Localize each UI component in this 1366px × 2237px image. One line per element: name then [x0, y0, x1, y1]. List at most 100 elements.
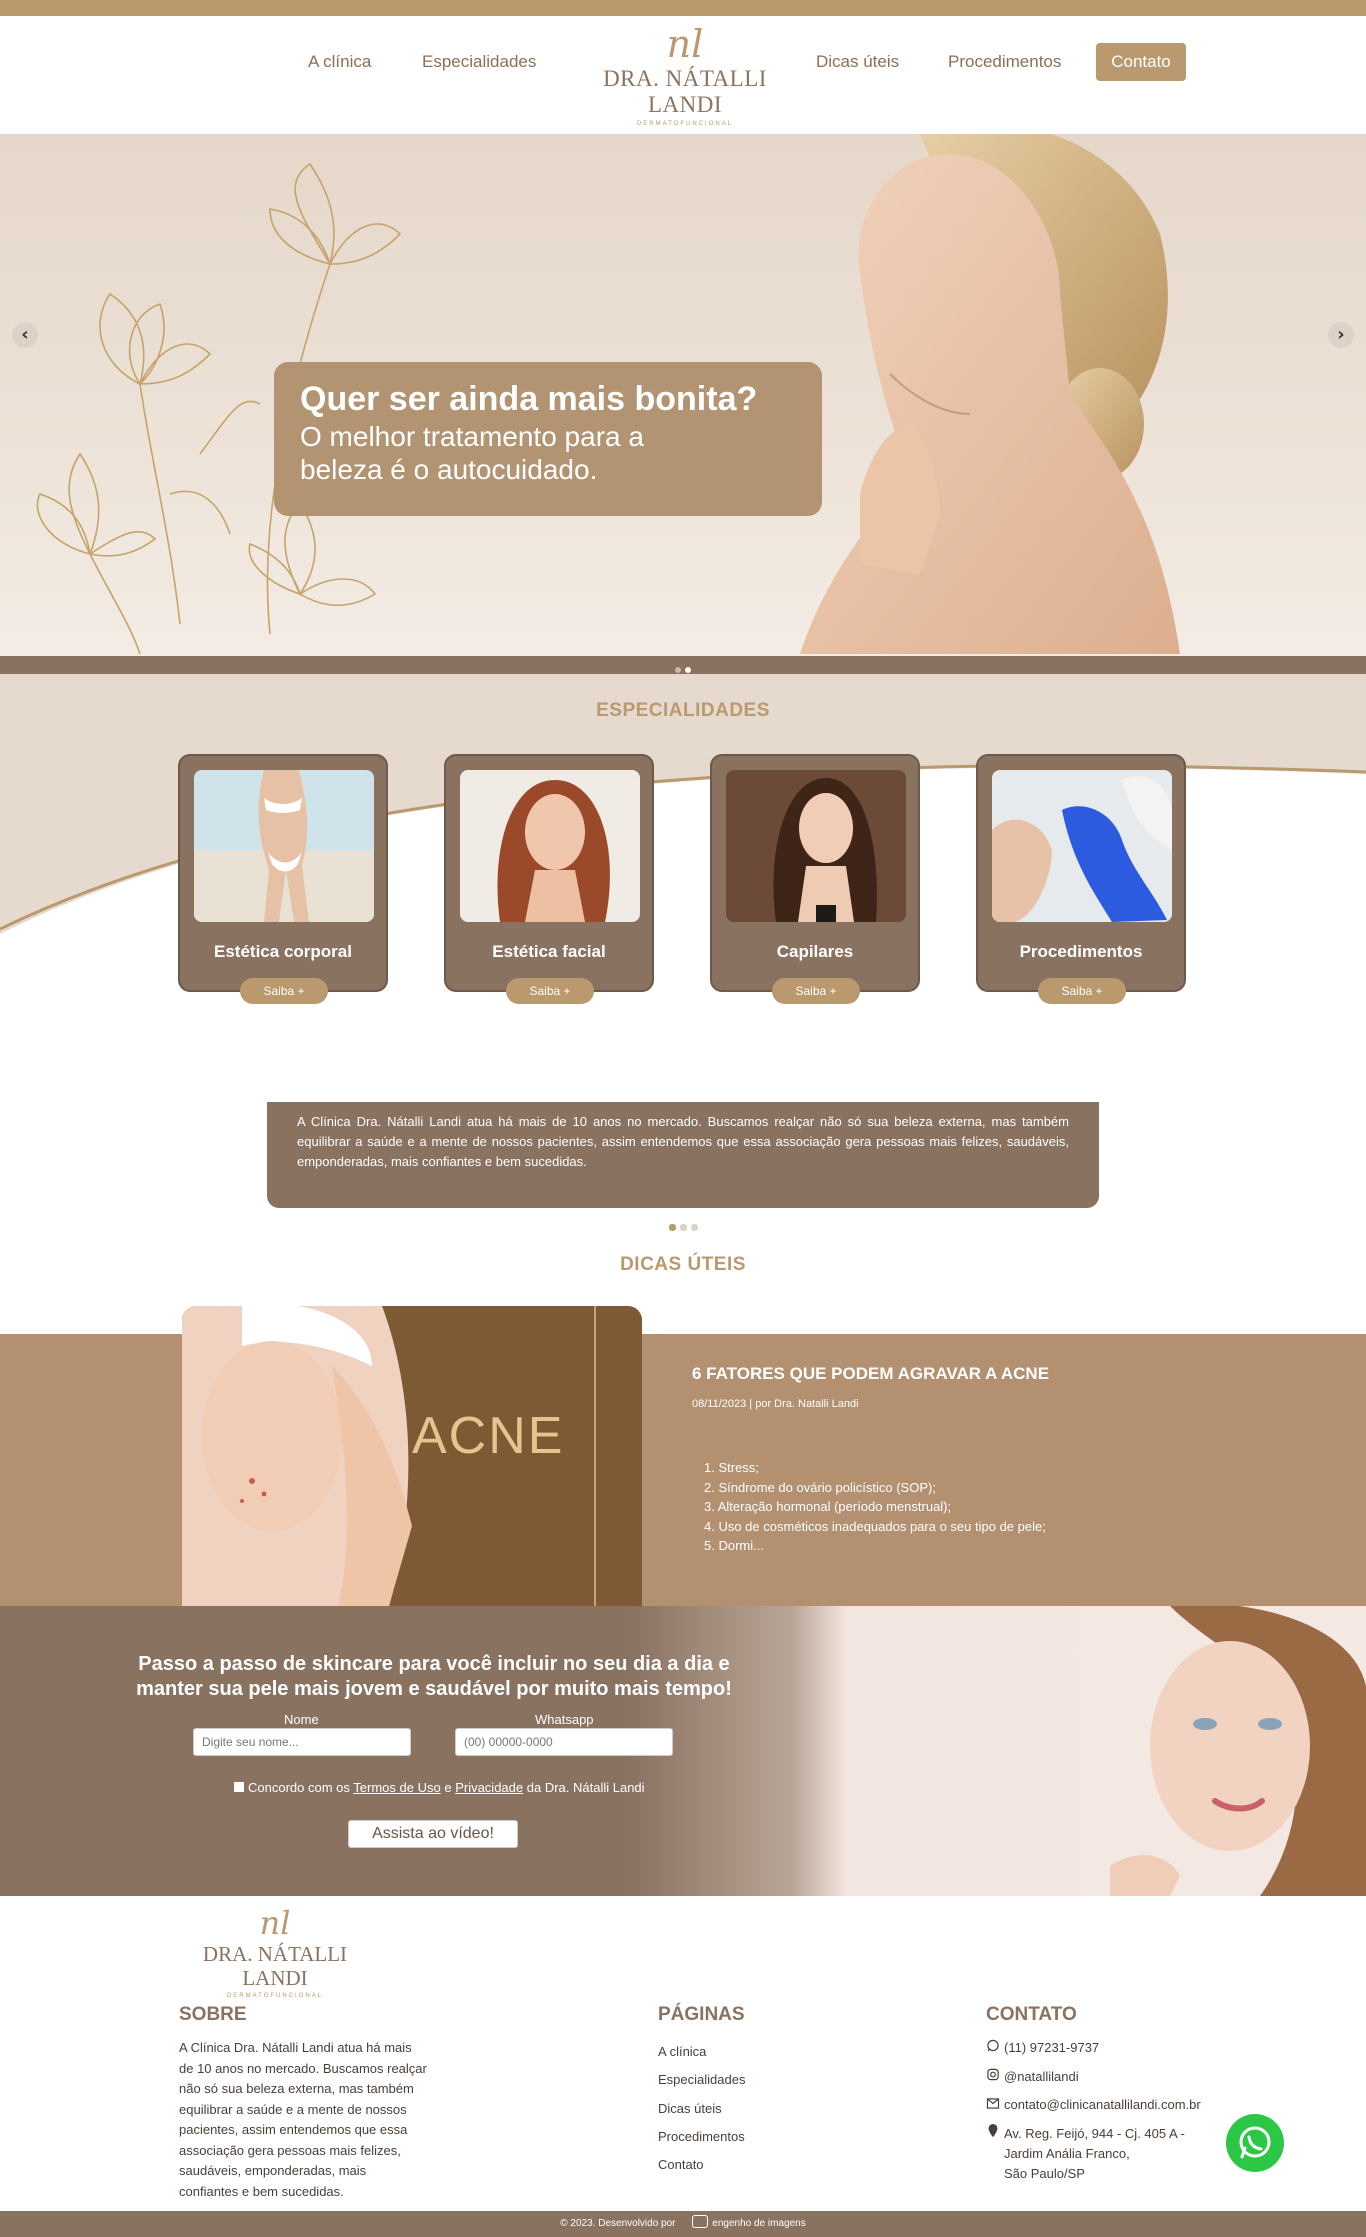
footer-link-procedimentos[interactable]: Procedimentos: [658, 2123, 745, 2151]
list-item: 5. Dormi...: [704, 1538, 764, 1553]
acne-image-word: ACNE: [412, 1407, 565, 1465]
instagram-text: @natallilandi: [1004, 2068, 1079, 2084]
terms-checkbox[interactable]: [234, 1782, 244, 1792]
about-text-box: A Clínica Dra. Nátalli Landi atua há mai…: [267, 1102, 1099, 1208]
post-excerpt-list: 1. Stress; 2. Síndrome do ovário policís…: [704, 1458, 1046, 1556]
footer-pages-list: A clínica Especialidades Dicas úteis Pro…: [658, 2038, 745, 2179]
tips-title: DICAS ÚTEIS: [620, 1254, 746, 1275]
card-title: Procedimentos: [1019, 942, 1143, 961]
nav-link-procedimentos[interactable]: Procedimentos: [948, 52, 1061, 72]
list-item: 2. Síndrome do ovário policístico (SOP);: [704, 1479, 936, 1495]
nav-link-clinica[interactable]: A clínica: [308, 52, 371, 72]
whatsapp-icon: [1239, 2126, 1271, 2159]
corporal-image: [194, 770, 374, 922]
hero-dot-active[interactable]: [685, 667, 691, 673]
agree-suffix: da Dra. Nátalli Landi: [526, 1780, 645, 1795]
specialty-card-capilares[interactable]: Capilares Saiba +: [710, 754, 920, 1004]
instagram-icon: [987, 2068, 999, 2080]
contact-address: Av. Reg. Feijó, 944 - Cj. 405 A - Jardim…: [986, 2123, 1201, 2184]
whatsapp-input[interactable]: [455, 1728, 673, 1756]
bottom-credit-bar: © 2023. Desenvolvido por engenho de imag…: [0, 2211, 1366, 2237]
saiba-mais-button[interactable]: Saiba +: [240, 978, 328, 1004]
list-item: 4. Uso de cosméticos inadequados para o …: [704, 1518, 1046, 1534]
contact-button[interactable]: Contato: [1096, 43, 1186, 81]
address-line: Av. Reg. Feijó, 944 - Cj. 405 A -: [1004, 2125, 1185, 2141]
envelope-icon: [986, 2098, 1000, 2109]
hero-subtext: O melhor tratamento para a beleza é o au…: [300, 421, 644, 485]
hero-prev-arrow[interactable]: ‹: [12, 322, 38, 348]
image-divider-line: [594, 1306, 596, 1630]
footer-contact-list: (11) 97231-9737 @natallilandi contato@cl…: [986, 2038, 1201, 2184]
footer-link-clinica[interactable]: A clínica: [658, 2038, 745, 2066]
footer-logo-name: DRA. NÁTALLI LANDI: [202, 1942, 348, 1990]
email-text: contato@clinicanatallilandi.com.br: [1004, 2097, 1201, 2112]
footer-link-especialidades[interactable]: Especialidades: [658, 2066, 745, 2094]
terms-agreement: Concordo com os Termos de Uso e Privacid…: [234, 1780, 645, 1795]
logo-monogram: nl: [666, 22, 704, 66]
agency-logo-icon: [692, 2215, 709, 2228]
specialty-card-corporal[interactable]: Estética corporal Saiba +: [178, 754, 388, 1004]
whatsapp-float-button[interactable]: [1226, 2114, 1284, 2172]
hero-headline: Quer ser ainda mais bonita?: [300, 380, 758, 418]
skincare-title: Passo a passo de skincare para você incl…: [136, 1653, 732, 1700]
specialty-card-procedimentos[interactable]: Procedimentos Saiba +: [976, 754, 1186, 1004]
footer-link-dicas[interactable]: Dicas úteis: [658, 2095, 745, 2123]
capilares-image: [726, 770, 906, 922]
post-title[interactable]: 6 FATORES QUE PODEM AGRAVAR A ACNE: [692, 1364, 1049, 1384]
about-dot[interactable]: [680, 1224, 687, 1231]
contact-instagram[interactable]: @natallilandi: [986, 2067, 1201, 2096]
about-dot-active[interactable]: [669, 1224, 676, 1231]
footer-about-title: SOBRE: [179, 2004, 247, 2025]
watch-video-button[interactable]: Assista ao vídeo!: [348, 1820, 518, 1848]
list-item: 3. Alteração hormonal (período menstrual…: [704, 1499, 952, 1514]
whatsapp-label: Whatsapp: [535, 1712, 594, 1727]
logo-tagline: DERMATOFUNCIONAL: [636, 121, 734, 127]
footer-logo[interactable]: nl DRA. NÁTALLI LANDI DERMATOFUNCIONAL: [180, 1904, 370, 1999]
saiba-mais-button[interactable]: Saiba +: [506, 978, 594, 1004]
agency-credit[interactable]: engenho de imagens: [692, 2211, 806, 2237]
nav-link-dicas[interactable]: Dicas úteis: [816, 52, 899, 72]
terms-link[interactable]: Termos de Uso: [353, 1780, 440, 1795]
agree-and: e: [444, 1780, 452, 1795]
skincare-form-section: Passo a passo de skincare para você incl…: [0, 1606, 1366, 1896]
hero-slider: ‹ › Quer ser ainda mais bonita? O melhor…: [0, 134, 1366, 674]
card-title: Estética facial: [492, 942, 606, 961]
footer-link-contato[interactable]: Contato: [658, 2151, 745, 2179]
hero-dot[interactable]: [675, 667, 681, 673]
name-input[interactable]: [193, 1728, 411, 1756]
skincare-woman-image: [1110, 1606, 1366, 1896]
card-title: Capilares: [776, 942, 854, 961]
card-title: Estética corporal: [214, 942, 352, 961]
footer-pages-title: PÁGINAS: [658, 2004, 745, 2025]
about-dot[interactable]: [691, 1224, 698, 1231]
hero-pagination: [673, 658, 693, 674]
acne-post-image[interactable]: ACNE: [182, 1306, 642, 1630]
name-label: Nome: [284, 1712, 319, 1727]
address-line: São Paulo/SP: [1004, 2165, 1085, 2181]
contact-email[interactable]: contato@clinicanatallilandi.com.br: [986, 2095, 1201, 2124]
agree-prefix: Concordo com os: [248, 1780, 350, 1795]
saiba-mais-button[interactable]: Saiba +: [772, 978, 860, 1004]
footer-logo-monogram: nl: [259, 1904, 291, 1942]
top-accent-bar: [0, 0, 1366, 16]
hero-caption: Quer ser ainda mais bonita? O melhor tra…: [274, 362, 822, 516]
saiba-mais-button[interactable]: Saiba +: [1038, 978, 1126, 1004]
footer-about-text: A Clínica Dra. Nátalli Landi atua há mai…: [179, 2040, 427, 2199]
nav-link-especialidades[interactable]: Especialidades: [422, 52, 536, 72]
footer-logo-tagline: DERMATOFUNCIONAL: [226, 1993, 324, 1999]
site-logo[interactable]: nl DRA. NÁTALLI LANDI DERMATOFUNCIONAL: [570, 22, 800, 127]
copyright-text: © 2023. Desenvolvido por: [560, 2218, 676, 2229]
hero-next-arrow[interactable]: ›: [1328, 322, 1354, 348]
address-line: Jardim Anália Franco,: [1004, 2145, 1130, 2161]
post-meta: 08/11/2023 | por Dra. Natalli Landi: [692, 1398, 859, 1410]
specialties-section: ESPECIALIDADES Estética corporal Saiba +…: [0, 674, 1366, 1074]
contact-phone[interactable]: (11) 97231-9737: [986, 2038, 1201, 2067]
specialties-title: ESPECIALIDADES: [596, 700, 770, 721]
agency-name: engenho de imagens: [712, 2218, 806, 2229]
map-pin-icon: [988, 2123, 998, 2137]
facial-image: [460, 770, 640, 922]
list-item: 1. Stress;: [704, 1460, 759, 1475]
procedimentos-image: [992, 770, 1172, 922]
specialty-card-facial[interactable]: Estética facial Saiba +: [444, 754, 654, 1004]
privacy-link[interactable]: Privacidade: [455, 1780, 523, 1795]
